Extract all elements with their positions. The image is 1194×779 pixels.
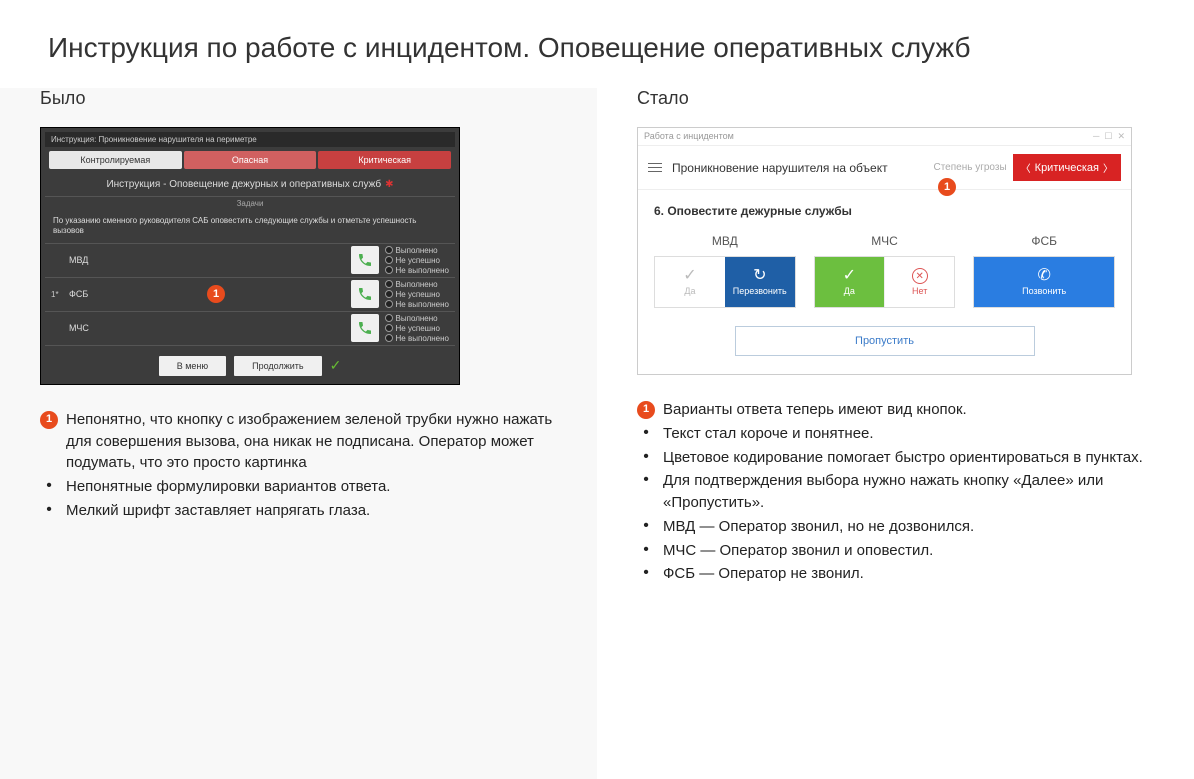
note-item: • Мелкий шрифт заставляет напрягать глаза… (40, 500, 557, 522)
old-row-mchs: МЧС Выполнено Не успешно Не выполнено (45, 312, 455, 346)
note-text: Текст стал короче и понятнее. (663, 423, 1154, 445)
recall-button[interactable]: ↻ Перезвонить (725, 257, 795, 307)
menu-button[interactable]: В меню (159, 356, 226, 376)
note-text: Варианты ответа теперь имеют вид кнопок. (663, 399, 1154, 421)
radio-option[interactable]: Выполнено (385, 246, 449, 255)
note-text: МВД — Оператор звонил, но не дозвонился. (663, 516, 1154, 538)
threat-badge-critical[interactable]: 〈 Критическая 〉 (1013, 154, 1121, 181)
page-title: Инструкция по работе с инцидентом. Опове… (0, 0, 1194, 88)
callout-marker: 1 (637, 401, 655, 419)
note-text: Мелкий шрифт заставляет напрягать глаза. (66, 500, 557, 522)
bullet-icon: • (40, 476, 58, 497)
note-item: • Цветовое кодирование помогает быстро ор… (637, 447, 1154, 469)
incident-title: Проникновение нарушителя на объект (672, 161, 933, 175)
service-block-mvd: МВД ✓ Да ↻ Перезвонить (654, 234, 796, 308)
old-tabs: Контролируемая Опасная Критическая (49, 151, 451, 169)
note-item: 1 Варианты ответа теперь имеют вид кнопок… (637, 399, 1154, 421)
note-text: Для подтверждения выбора нужно нажать кн… (663, 470, 1154, 514)
service-block-fsb: ФСБ ✆ Позвонить (973, 234, 1115, 308)
window-controls[interactable]: ─ ☐ ✕ (1093, 131, 1125, 142)
callout-marker: 1 (40, 411, 58, 429)
before-notes: 1 Непонятно, что кнопку с изображением зе… (40, 409, 557, 522)
tab-controlled[interactable]: Контролируемая (49, 151, 182, 169)
radio-option[interactable]: Не выполнено (385, 266, 449, 275)
before-heading: Было (40, 88, 557, 109)
radio-option[interactable]: Выполнено (385, 314, 449, 323)
callout-marker: 1 (938, 178, 956, 196)
note-text: Цветовое кодирование помогает быстро ори… (663, 447, 1154, 469)
tasks-label: Задачи (45, 197, 455, 210)
old-row-fsb: 1* ФСБ 1 Выполнено Не успешно Не выполне… (45, 278, 455, 312)
bullet-icon: • (637, 540, 655, 561)
old-subtitle: Инструкция - Оповещение дежурных и опера… (45, 173, 455, 197)
note-item: • МЧС — Оператор звонил и оповестил. (637, 540, 1154, 562)
bullet-icon: • (637, 423, 655, 444)
bullet-icon: • (637, 470, 655, 491)
radio-option[interactable]: Не успешно (385, 256, 449, 265)
bullet-icon: • (637, 516, 655, 537)
radio-option[interactable]: Не выполнено (385, 300, 449, 309)
alert-icon: ✱ (385, 179, 393, 190)
chevron-left-icon: 〈 (1021, 160, 1031, 175)
old-instruction-text: По указанию сменного руководителя САБ оп… (45, 210, 455, 244)
after-notes: 1 Варианты ответа теперь имеют вид кнопок… (637, 399, 1154, 585)
check-icon: ✓ (683, 268, 696, 284)
bullet-icon: • (637, 447, 655, 468)
callout-marker: 1 (207, 285, 225, 303)
phone-button[interactable] (351, 246, 379, 274)
hamburger-icon[interactable] (648, 160, 662, 175)
continue-button[interactable]: Продолжить (234, 356, 321, 376)
yes-button-disabled[interactable]: ✓ Да (655, 257, 725, 307)
phone-icon (357, 320, 373, 336)
old-row-mvd: МВД Выполнено Не успешно Не выполнено (45, 244, 455, 278)
phone-button[interactable] (351, 314, 379, 342)
note-text: Непонятные формулировки вариантов ответа… (66, 476, 557, 498)
skip-button[interactable]: Пропустить (735, 326, 1035, 356)
note-item: • Непонятные формулировки вариантов ответ… (40, 476, 557, 498)
close-icon: ✕ (912, 268, 928, 284)
note-item: • ФСБ — Оператор не звонил. (637, 563, 1154, 585)
note-text: ФСБ — Оператор не звонил. (663, 563, 1154, 585)
yes-button[interactable]: ✓ Да (815, 257, 884, 307)
note-item: • МВД — Оператор звонил, но не дозвонился… (637, 516, 1154, 538)
refresh-icon: ↻ (753, 268, 766, 284)
bullet-icon: • (637, 563, 655, 584)
check-icon: ✓ (330, 357, 342, 374)
phone-button[interactable] (351, 280, 379, 308)
note-item: 1 Непонятно, что кнопку с изображением зе… (40, 409, 557, 474)
radio-option[interactable]: Не выполнено (385, 334, 449, 343)
note-item: • Текст стал короче и понятнее. (637, 423, 1154, 445)
call-button[interactable]: ✆ Позвонить (974, 257, 1114, 307)
new-window-title: Работа с инцидентом (644, 131, 734, 142)
no-button[interactable]: ✕ Нет (884, 257, 954, 307)
old-app-window: Инструкция: Проникновение нарушителя на … (40, 127, 460, 385)
radio-option[interactable]: Не успешно (385, 324, 449, 333)
after-heading: Стало (637, 88, 1154, 109)
old-window-title: Инструкция: Проникновение нарушителя на … (45, 132, 455, 147)
check-icon: ✓ (843, 268, 856, 284)
phone-icon (357, 286, 373, 302)
new-app-window: Работа с инцидентом ─ ☐ ✕ Проникновение … (637, 127, 1132, 375)
note-item: • Для подтверждения выбора нужно нажать к… (637, 470, 1154, 514)
step-title: 6. Оповестите дежурные службы (654, 204, 1115, 218)
radio-option[interactable]: Выполнено (385, 280, 449, 289)
tab-critical[interactable]: Критическая (318, 151, 451, 169)
before-column: Было Инструкция: Проникновение нарушител… (0, 88, 597, 779)
radio-option[interactable]: Не успешно (385, 290, 449, 299)
phone-icon: ✆ (1037, 268, 1050, 284)
chevron-right-icon: 〉 (1103, 160, 1113, 175)
note-text: МЧС — Оператор звонил и оповестил. (663, 540, 1154, 562)
threat-label: Степень угрозы (933, 162, 1006, 173)
phone-icon (357, 252, 373, 268)
tab-dangerous[interactable]: Опасная (184, 151, 317, 169)
note-text: Непонятно, что кнопку с изображением зел… (66, 409, 557, 474)
service-block-mchs: МЧС ✓ Да ✕ Нет (814, 234, 956, 308)
bullet-icon: • (40, 500, 58, 521)
after-column: Стало Работа с инцидентом ─ ☐ ✕ Проникно… (597, 88, 1194, 779)
